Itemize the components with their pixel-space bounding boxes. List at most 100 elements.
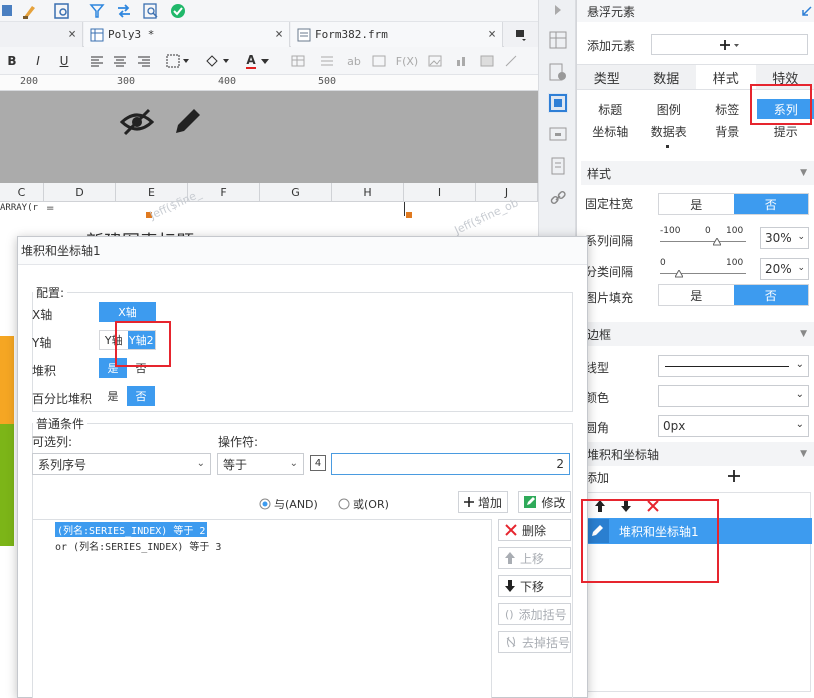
option-no[interactable]: 否 [733, 285, 808, 305]
subtab-tooltip[interactable]: 提示 [757, 121, 814, 141]
color-select[interactable]: ⌄ [658, 385, 809, 407]
text-field-icon[interactable]: ab [345, 52, 363, 70]
series-gap-slider[interactable]: -100 0 100 [660, 226, 756, 248]
condition-row[interactable]: or (列名:SERIES_INDEX) 等于 3 [55, 538, 221, 553]
formula-icon[interactable]: F(X) [394, 52, 420, 70]
format-painter-icon[interactable] [0, 2, 18, 20]
pen-tool-icon[interactable] [503, 52, 521, 70]
y-axis-option[interactable]: Y轴 [100, 331, 128, 349]
bold-button[interactable]: B [4, 52, 20, 70]
condition-row-selected[interactable]: (列名:SERIES_INDEX) 等于 2 [55, 522, 208, 537]
close-icon[interactable]: × [488, 27, 496, 42]
delete-x-icon[interactable] [646, 499, 660, 516]
fill-color-dropdown-icon[interactable] [203, 52, 233, 70]
collapse-arrow-icon[interactable] [548, 0, 568, 20]
tab-type[interactable]: 类型 [577, 65, 637, 89]
column-i[interactable]: I [404, 183, 476, 202]
cell-element-icon[interactable] [548, 30, 568, 50]
subtab-axis[interactable]: 坐标轴 [581, 121, 640, 141]
x-axis-option[interactable]: X轴 [99, 302, 156, 322]
preview-icon[interactable] [53, 2, 71, 20]
subtab-series[interactable]: 系列 [756, 99, 814, 119]
pencil-icon[interactable] [170, 105, 204, 139]
underline-button[interactable]: U [56, 52, 72, 70]
subtab-datasheet[interactable]: 数据表 [640, 121, 699, 141]
move-down-button[interactable]: 下移 [498, 575, 571, 597]
option-yes[interactable]: 是 [659, 285, 734, 305]
tab-style[interactable]: 样式 [696, 65, 756, 89]
tab-effect[interactable]: 特效 [756, 65, 814, 89]
and-radio[interactable]: 与(AND) [259, 496, 318, 512]
stack-axis-section-header[interactable]: 堆积和坐标轴 ▼ [581, 442, 814, 466]
italic-button[interactable]: I [30, 52, 46, 70]
or-radio[interactable]: 或(OR) [338, 496, 389, 512]
arrow-up-icon[interactable] [594, 499, 606, 516]
category-gap-spinner[interactable]: 20% ⌄ [760, 258, 809, 280]
arrow-down-icon[interactable] [620, 499, 632, 516]
modify-condition-button[interactable]: 修改 [518, 491, 571, 513]
chevron-down-icon[interactable]: ⌄ [797, 263, 805, 273]
x-axis-toggle[interactable]: X轴 [99, 302, 156, 322]
image-fill-toggle[interactable]: 是 否 [658, 284, 809, 306]
font-color-dropdown[interactable]: A [241, 52, 275, 70]
float-element-icon[interactable] [548, 93, 568, 113]
close-icon[interactable]: × [275, 27, 283, 42]
tab-data[interactable]: 数据 [637, 65, 697, 89]
swap-icon[interactable] [115, 2, 133, 20]
chevron-down-icon[interactable]: ⌄ [796, 419, 804, 430]
add-element-button[interactable] [651, 34, 808, 55]
condition-value-input[interactable]: 2 [331, 453, 570, 475]
percent-stack-toggle[interactable]: 是 否 [99, 386, 156, 406]
list-item[interactable]: 堆积和坐标轴1 [584, 518, 812, 544]
chevron-down-icon[interactable]: ⌄ [797, 232, 805, 242]
add-condition-button[interactable]: 增加 [458, 491, 508, 513]
move-up-button[interactable]: 上移 [498, 547, 571, 569]
option-no[interactable]: 否 [733, 194, 808, 214]
resize-handle[interactable] [406, 212, 412, 218]
link-icon[interactable] [548, 188, 568, 208]
stack-toggle[interactable]: 是 否 [99, 358, 156, 378]
option-no[interactable]: 否 [127, 386, 155, 406]
border-section-header[interactable]: 边框 ▼ [581, 322, 814, 346]
delete-button[interactable]: 删除 [498, 519, 571, 541]
chart-icon[interactable] [453, 52, 471, 70]
slider-thumb[interactable] [713, 238, 721, 246]
remove-bracket-button[interactable]: 去掉括号 [498, 631, 571, 653]
add-bracket-button[interactable]: () 添加括号 [498, 603, 571, 625]
option-yes[interactable]: 是 [99, 386, 127, 406]
table-icon[interactable] [289, 52, 307, 70]
tab-menu-icon[interactable] [504, 22, 538, 47]
subtab-title[interactable]: 标题 [581, 99, 640, 119]
column-g[interactable]: G [260, 183, 332, 202]
merge-icon[interactable] [370, 52, 388, 70]
value-type-icon[interactable]: 4 [310, 455, 326, 471]
expand-arrow-icon[interactable] [802, 6, 812, 16]
option-no[interactable]: 否 [127, 358, 155, 378]
picture-icon[interactable] [478, 52, 496, 70]
style-section-header[interactable]: 样式 ▼ [581, 161, 814, 185]
column-h[interactable]: H [332, 183, 404, 202]
condition-list[interactable]: (列名:SERIES_INDEX) 等于 2 or (列名:SERIES_IND… [32, 519, 492, 698]
widget-icon[interactable] [548, 124, 568, 144]
line-type-select[interactable]: ⌄ [658, 355, 809, 377]
y-axis-toggle[interactable]: Y轴 Y轴2 [99, 330, 156, 350]
subtab-background[interactable]: 背景 [698, 121, 757, 141]
category-gap-slider[interactable]: 0 100 [660, 258, 756, 280]
image-icon[interactable] [426, 52, 444, 70]
subtab-label[interactable]: 标签 [698, 99, 757, 119]
border-dropdown-icon[interactable] [165, 52, 191, 70]
option-yes[interactable]: 是 [659, 194, 734, 214]
tab-form382[interactable]: Form382.frm × [291, 22, 503, 47]
optional-column-select[interactable]: 系列序号 ⌄ [32, 453, 211, 475]
add-stack-button[interactable] [658, 465, 809, 487]
edit-pencil-icon[interactable] [585, 519, 609, 543]
tab-poly3[interactable]: Poly3 * × [84, 22, 290, 47]
align-left-icon[interactable] [88, 52, 106, 70]
subtab-legend[interactable]: 图例 [640, 99, 699, 119]
filter-icon[interactable] [88, 2, 106, 20]
option-yes[interactable]: 是 [99, 358, 127, 378]
column-d[interactable]: D [44, 183, 116, 202]
brush-icon[interactable] [20, 2, 38, 20]
radius-spinner[interactable]: 0px ⌄ [658, 415, 809, 437]
operator-select[interactable]: 等于 ⌄ [217, 453, 304, 475]
